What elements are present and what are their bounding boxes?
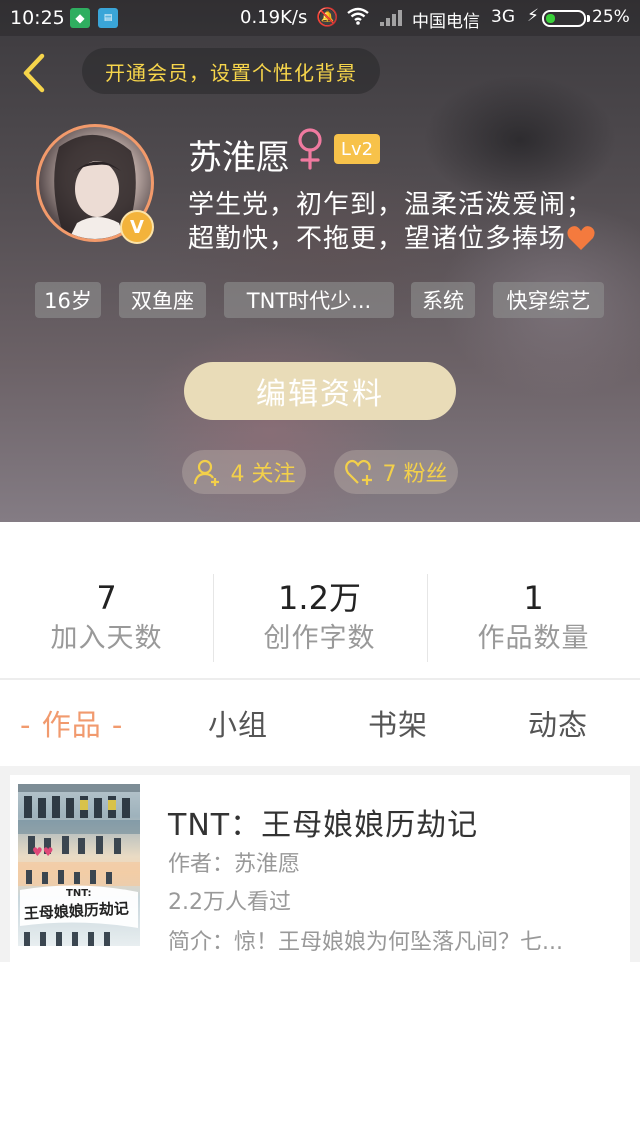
mute-bell-icon: 🔕 [316, 7, 339, 28]
stat-works-count: 1 作品数量 [427, 578, 640, 660]
followers-button[interactable]: 7 粉丝 [334, 450, 458, 494]
tab-works[interactable]: - 作品 - [20, 702, 123, 744]
battery-percent: 25% [592, 7, 630, 27]
tag-system[interactable]: 系统 [411, 282, 475, 318]
book-cover[interactable]: ♥♥ TNT: 王母娘娘历劫记 [18, 784, 140, 946]
profile-header: 10:25 ◆ ▤ 0.19K/s 🔕 中国电信 3G ⚡ 25% 开通会员，设… [0, 0, 640, 522]
stat-join-days: 7 加入天数 [0, 578, 213, 660]
verified-badge: V [120, 210, 154, 244]
book-title[interactable]: TNT：王母娘娘历劫记 [168, 800, 478, 844]
heart-icon [566, 225, 596, 251]
following-button[interactable]: 4 关注 [182, 450, 306, 494]
book-intro: 简介：惊！王母娘娘为何坠落凡间？七... [168, 930, 563, 955]
back-button[interactable] [16, 50, 56, 96]
battery-fill [546, 14, 555, 23]
stat-word-count: 1.2万 创作字数 [213, 578, 426, 660]
tag-age[interactable]: 16岁 [35, 282, 101, 318]
female-gender-icon [293, 126, 327, 170]
following-count: 4 关注 [230, 462, 296, 487]
tab-activity[interactable]: 动态 [528, 702, 588, 744]
shield-app-icon: ◆ [70, 8, 90, 28]
stat-value: 1.2万 [278, 579, 361, 617]
book-views: 2.2万人看过 [168, 890, 291, 915]
stat-value: 1 [523, 579, 544, 617]
edit-profile-button[interactable]: 编辑资料 [184, 362, 456, 420]
bio-text: 学生党，初乍到，温柔活泼爱闹；超勤快，不拖更，望诸位多捧场 [188, 190, 594, 254]
stat-value: 7 [96, 579, 117, 617]
status-bar: 10:25 ◆ ▤ 0.19K/s 🔕 中国电信 3G ⚡ 25% [0, 0, 640, 36]
tab-active-marker-left: - [20, 708, 32, 742]
cover-title-small: TNT: [66, 888, 91, 899]
stat-label: 加入天数 [50, 623, 163, 654]
carrier-name: 中国电信 [412, 12, 480, 32]
tag-zodiac[interactable]: 双鱼座 [119, 282, 206, 318]
wifi-icon [346, 6, 370, 31]
screen-app-icon: ▤ [98, 8, 118, 28]
tab-groups[interactable]: 小组 [208, 702, 268, 744]
status-time: 10:25 [10, 7, 65, 29]
stats-section: 7 加入天数 1.2万 创作字数 1 作品数量 [0, 522, 640, 680]
battery-icon [542, 10, 586, 27]
vip-background-banner[interactable]: 开通会员，设置个性化背景 [82, 48, 380, 94]
profile-tabs: - 作品 - 小组 书架 动态 [0, 680, 640, 766]
stat-label: 创作字数 [263, 623, 376, 654]
stat-label: 作品数量 [477, 623, 590, 654]
tab-label: 作品 [41, 708, 102, 742]
heart-plus-icon [344, 459, 372, 485]
level-badge: Lv2 [334, 134, 380, 164]
network-type: 3G [491, 7, 515, 27]
username: 苏淮愿 [188, 138, 290, 178]
tab-bookshelf[interactable]: 书架 [368, 702, 428, 744]
net-speed: 0.19K/s [240, 7, 308, 28]
signal-icon [380, 10, 402, 26]
tab-active-marker-right: - [111, 708, 124, 742]
tag-genre[interactable]: 快穿综艺 [493, 282, 604, 318]
tag-fandom[interactable]: TNT时代少... [224, 282, 394, 318]
book-cover-art: ♥♥ TNT: 王母娘娘历劫记 [18, 784, 140, 946]
book-author: 作者：苏淮愿 [168, 852, 301, 877]
svg-text:♥♥: ♥♥ [32, 845, 54, 859]
battery-tip [587, 15, 590, 22]
user-bio: 学生党，初乍到，温柔活泼爱闹；超勤快，不拖更，望诸位多捧场 [188, 188, 618, 256]
chevron-left-icon [23, 53, 45, 93]
followers-count: 7 粉丝 [382, 462, 448, 487]
user-add-icon [193, 459, 219, 486]
charging-icon: ⚡ [527, 6, 539, 26]
